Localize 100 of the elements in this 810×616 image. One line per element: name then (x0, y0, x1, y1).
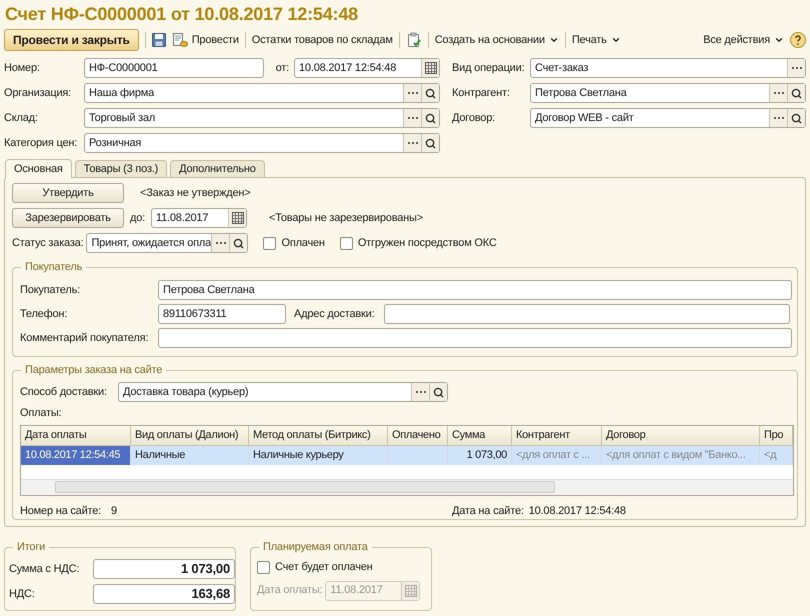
table-cell: 1 073,00 (448, 446, 512, 464)
status-text: <Заказ не утвержден> (140, 186, 250, 201)
field-label: Сумма с НДС: (9, 562, 80, 577)
date-field[interactable]: 11.08.2017 (151, 208, 247, 228)
input-field[interactable] (384, 304, 790, 324)
checkbox-label: Оплачен (281, 236, 325, 251)
field-label: Способ доставки: (20, 384, 108, 400)
column-header[interactable]: Оплачено (388, 426, 448, 444)
save-icon[interactable] (152, 33, 166, 47)
search-icon[interactable] (791, 88, 802, 98)
field-label: Категория цен: (4, 136, 78, 151)
action-button[interactable]: Зарезервировать (12, 208, 124, 228)
input-field[interactable] (158, 328, 792, 348)
menu-button[interactable]: Печать (572, 32, 621, 48)
clipboard-check-icon[interactable] (406, 32, 422, 48)
input-field[interactable]: 89110673311 (158, 304, 286, 324)
column-header[interactable]: Контрагент (512, 426, 602, 444)
input-field[interactable]: Торговый зал (84, 108, 440, 128)
search-icon[interactable] (233, 238, 244, 248)
table-cell: Наличные курьеру (249, 446, 388, 464)
menu-button[interactable]: Создать на основании (434, 32, 559, 48)
group-title: Планируемая оплата (259, 539, 372, 556)
ellipsis-icon[interactable] (406, 116, 418, 120)
scrollbar-thumb[interactable] (55, 481, 555, 493)
field-label: Дата на сайте: (452, 504, 524, 518)
site-date: 10.08.2017 12:54:48 (528, 504, 626, 518)
column-header[interactable]: Договор (602, 426, 760, 444)
group-title: Покупатель (21, 259, 86, 276)
field-label: Номер: (4, 60, 41, 76)
input-field[interactable]: Розничная (84, 133, 440, 153)
input-field[interactable]: Счет-заказ (530, 58, 806, 78)
field-label: Организация: (4, 86, 72, 101)
ellipsis-icon[interactable] (772, 116, 784, 120)
column-header[interactable]: Дата оплаты (21, 426, 131, 444)
calendar-icon[interactable] (424, 62, 436, 74)
post-and-close-button[interactable]: Провести и закрыть (4, 29, 139, 51)
input-field[interactable]: Петрова Светлана (530, 83, 806, 103)
document-icon (172, 32, 188, 48)
search-icon[interactable] (425, 112, 436, 124)
input-field[interactable]: Доставка товара (курьер) (118, 382, 448, 402)
column-header[interactable]: Метод оплаты (Битрикс) (249, 426, 388, 444)
ellipsis-icon[interactable] (414, 390, 426, 394)
table-cell: 10.08.2017 12:54:45 (21, 446, 131, 464)
field-label: Дата оплаты: (257, 583, 322, 598)
column-header[interactable]: Про (760, 426, 793, 444)
field-label: Адрес доставки: (294, 306, 376, 322)
input-field[interactable]: Принят, ожидается опла (86, 233, 248, 253)
total-field[interactable]: 163,68 (93, 584, 235, 604)
date-field[interactable]: 10.08.2017 12:54:48 (294, 58, 440, 78)
field-label: от: (276, 60, 289, 76)
calendar-icon[interactable] (232, 212, 244, 224)
ellipsis-icon[interactable] (790, 66, 802, 70)
ellipsis-icon[interactable] (772, 91, 784, 95)
input-field[interactable]: Петрова Светлана (158, 280, 792, 300)
checkbox[interactable] (340, 236, 353, 250)
search-icon[interactable] (425, 88, 436, 98)
field-label: НДС: (9, 586, 36, 602)
field-label: Номер на сайте: (20, 504, 102, 518)
caret-icon (548, 35, 559, 45)
total-field[interactable]: 1 073,00 (93, 559, 235, 579)
tab[interactable]: Товары (3 поз.) (74, 160, 168, 177)
all-actions-menu[interactable]: Все действия (703, 32, 784, 48)
action-button[interactable]: Утвердить (12, 183, 124, 203)
tab[interactable]: Основная (5, 159, 72, 178)
status-text: <Товары не зарезервированы> (269, 210, 423, 226)
field-label: Покупатель: (20, 282, 81, 298)
field-label: Вид операции: (452, 60, 526, 76)
input-field[interactable]: Наша фирма (84, 83, 440, 103)
field-label: Контрагент: (452, 86, 511, 101)
field-label: до: (130, 210, 145, 226)
post-button[interactable]: Провести (172, 32, 239, 48)
number-field[interactable]: НФ-С0000001 (84, 58, 264, 78)
search-icon[interactable] (433, 386, 444, 398)
field-label: Комментарий покупателя: (20, 330, 150, 346)
search-icon[interactable] (425, 138, 436, 148)
payments-label: Оплаты: (20, 406, 62, 421)
ellipsis-icon[interactable] (406, 91, 418, 95)
checkbox[interactable] (263, 236, 276, 250)
caret-icon (774, 35, 784, 45)
table-cell: <д (760, 446, 793, 464)
field-label: Договор: (452, 110, 496, 126)
field-label: Телефон: (20, 306, 68, 322)
checkbox-label: Счет будет оплачен (275, 560, 373, 575)
window-title: Счет НФ-С0000001 от 10.08.2017 12:54:48 (4, 3, 359, 26)
horizontal-scrollbar[interactable] (21, 478, 793, 494)
tab[interactable]: Дополнительно (170, 160, 265, 177)
input-field[interactable]: Договор WEB - сайт (530, 108, 806, 128)
table-cell: <для оплат с видом "Банко... (602, 446, 760, 464)
table-cell: Наличные (131, 446, 249, 464)
search-icon[interactable] (791, 112, 802, 124)
ellipsis-icon[interactable] (406, 141, 418, 145)
checkbox[interactable] (257, 560, 270, 574)
stock-button[interactable]: Остатки товаров по складам (252, 32, 393, 48)
table-row[interactable]: 10.08.2017 12:54:45 Наличные Наличные курьеру 1 073,00 <для оплат с ... <для оплат с видом "Банко... <д (21, 446, 793, 464)
column-header[interactable]: Вид оплаты (Далион) (131, 426, 249, 444)
help-icon[interactable] (790, 32, 806, 48)
site-number: 9 (111, 504, 117, 518)
column-header[interactable]: Сумма (448, 426, 512, 444)
ellipsis-icon[interactable] (214, 241, 227, 245)
field-label: Статус заказа: (12, 236, 84, 251)
